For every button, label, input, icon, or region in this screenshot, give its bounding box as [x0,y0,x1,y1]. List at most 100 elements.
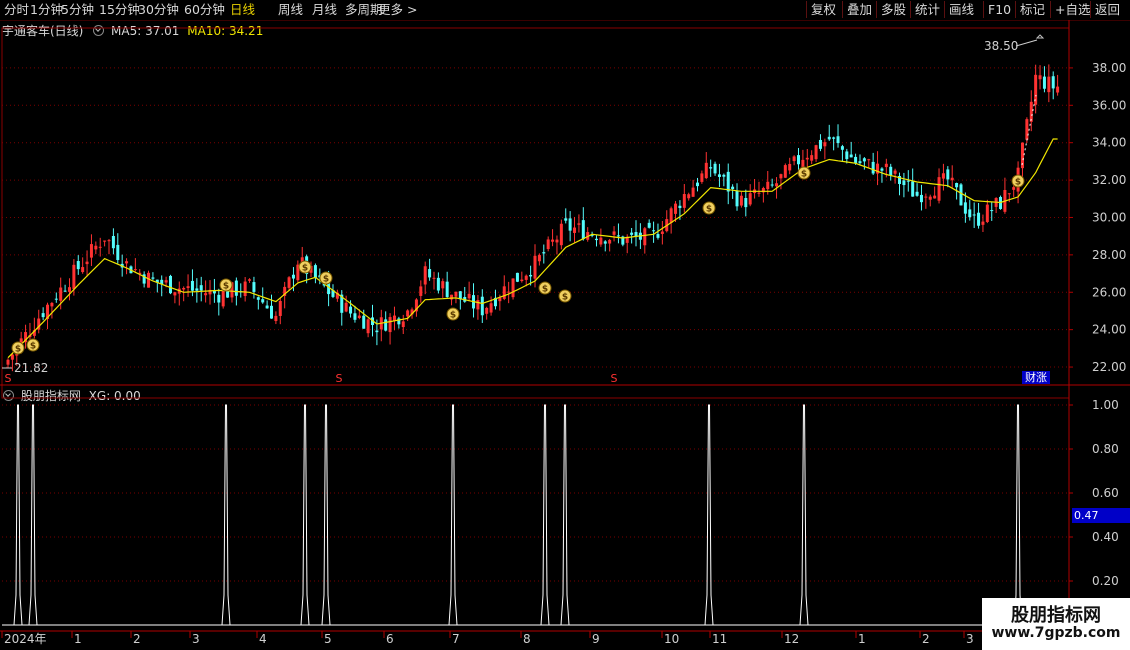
candle-down [375,330,379,333]
candle-down [963,202,967,214]
xg-spike [448,404,458,626]
candle-down [529,274,533,277]
finance-tag: 财涨 [1025,370,1047,384]
candle-down [818,139,822,149]
candle-down [827,136,831,140]
candle-down [695,182,699,187]
coin-glyph: $ [30,342,36,352]
candle-up [537,255,541,262]
candle-up [643,228,647,246]
candle-up [1056,86,1060,93]
candle-up [893,170,897,174]
candlesticks [6,64,1060,372]
candle-down [919,194,923,203]
candle-down [76,261,80,270]
candle-up [612,231,616,235]
candle-down [168,275,172,294]
candle-down [770,184,774,186]
watermark: 股朋指标网 www.7gpzb.com [982,598,1130,650]
candle-down [594,238,598,241]
main-frame [1,27,1070,399]
coin-glyph: $ [1015,178,1021,188]
price-tick-label: 34.00 [1092,136,1126,150]
candle-up [1038,75,1042,80]
candle-down [744,198,748,208]
candle-up [489,303,493,313]
date-tick-label: 11 [712,632,727,646]
candle-up [164,280,168,283]
xg-spike [28,404,38,626]
candle-up [454,291,458,297]
buy-signal-icon: $ [446,307,460,321]
candle-up [981,221,985,225]
candle-down [849,154,853,158]
candle-up [10,354,14,360]
candle-up [467,293,471,299]
candle-up [248,279,252,281]
candle-up [928,196,932,200]
candle-down [656,234,660,238]
coin-glyph: $ [323,275,329,285]
candle-up [814,145,818,160]
candle-up [559,223,563,246]
kline-chart[interactable]: $ $ $ $ $ $ $ $ $ $ $ 22.00 24.00 26.00 28.00 30.00 32.… [0,0,1130,650]
cursor-value-label: 0.47 [1072,508,1130,523]
candle-up [186,286,190,289]
candle-up [933,195,937,199]
candle-down [542,252,546,254]
trend-dashed-line [1021,94,1037,166]
candle-down [353,313,357,320]
candle-up [788,163,792,171]
buy-signal-icon: $ [702,201,716,215]
candle-up [59,287,63,301]
coin-glyph: $ [801,170,807,180]
candle-down [722,174,726,177]
candle-up [783,165,787,178]
candle-up [775,183,779,187]
price-tick-label: 28.00 [1092,248,1126,262]
candle-up [502,286,506,299]
candle-up [823,142,827,147]
candle-up [507,291,511,293]
candle-up [599,237,603,245]
candle-down [959,184,963,206]
candle-up [89,244,93,258]
candle-down [265,305,269,309]
candle-down [63,290,67,292]
xg-spike [321,404,331,626]
buy-signal-icon: $ [797,166,811,180]
candle-down [256,297,260,300]
candle-down [384,319,388,331]
date-tick-label: 1 [74,632,82,646]
candle-down [678,205,682,209]
candle-down [195,288,199,291]
candle-down [845,151,849,160]
indicator-tick-label: 0.60 [1092,486,1119,500]
candle-up [669,208,673,223]
xg-spike [560,404,570,626]
candle-down [362,315,366,329]
candle-up [72,264,76,290]
buy-signals: $ $ $ $ $ $ $ $ $ $ $ [11,166,1025,355]
candle-up [792,156,796,162]
date-tick-label: 8 [523,632,531,646]
candle-up [173,292,177,296]
candle-up [941,173,945,179]
candle-down [854,156,858,163]
date-tick-label: 9 [592,632,600,646]
candle-down [858,161,862,164]
coin-glyph: $ [706,205,712,215]
candle-up [884,163,888,168]
candle-up [682,194,686,208]
candle-up [691,187,695,197]
candle-up [147,272,151,288]
candle-down [726,171,730,192]
candle-down [911,181,915,197]
price-tick-label: 38.00 [1092,61,1126,75]
xg-spike [300,404,310,626]
xg-spike [540,404,550,626]
indicator-tick-label: 0.20 [1092,574,1119,588]
price-tick-label: 32.00 [1092,173,1126,187]
indicator-tick-label: 0.40 [1092,530,1119,544]
candle-up [485,307,489,314]
